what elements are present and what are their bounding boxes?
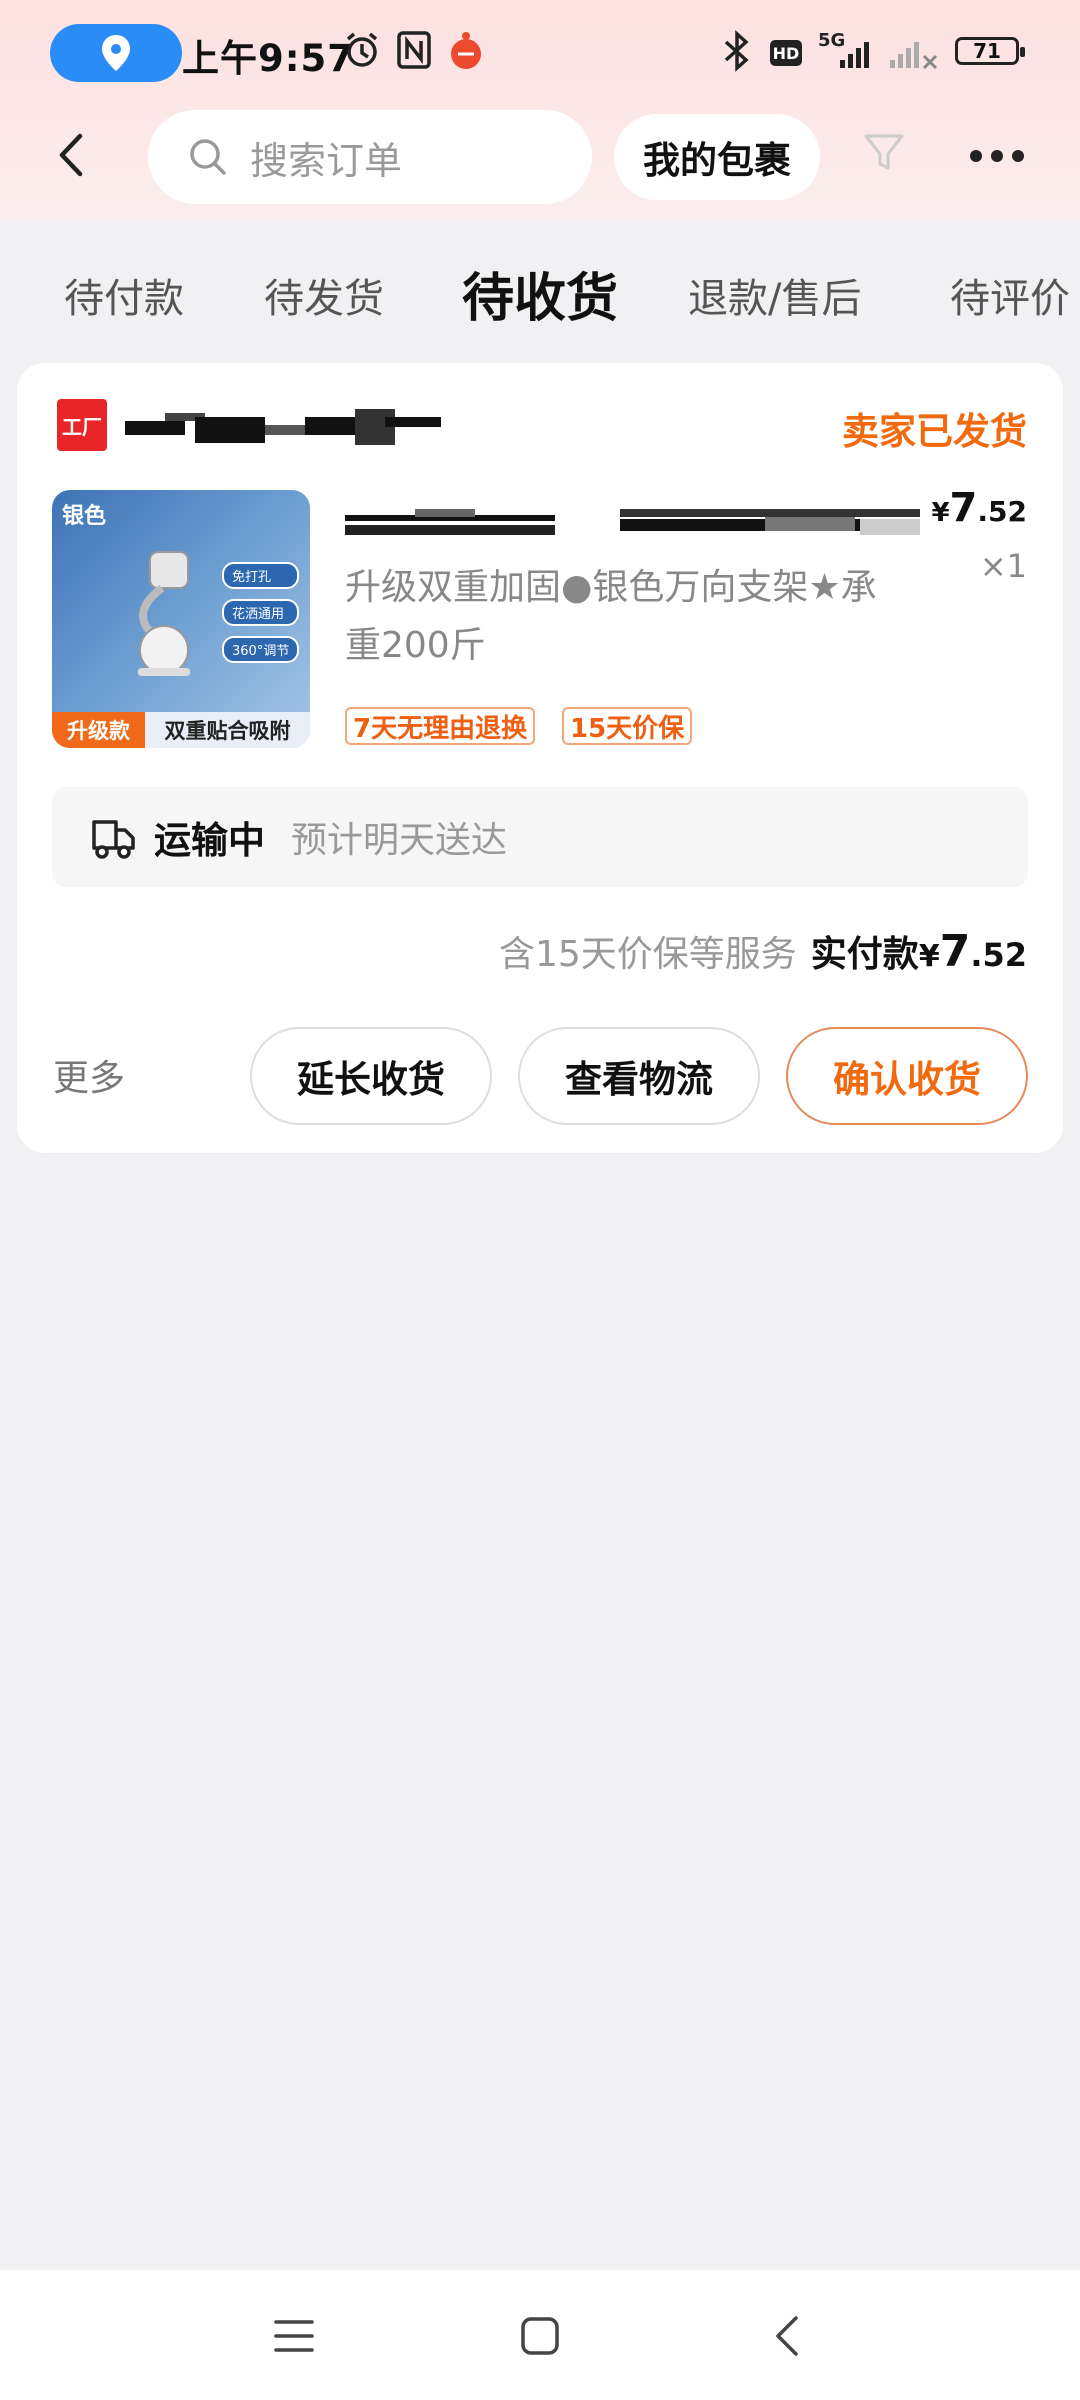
signal-no-service-icon <box>890 42 938 70</box>
image-feature-tag: 360°调节 <box>222 636 300 663</box>
signal-icon <box>840 42 869 68</box>
price-symbol: ¥ <box>931 498 950 528</box>
shipping-status: 卖家已发货 <box>842 410 1027 453</box>
product-price: ¥7.52 <box>931 485 1027 531</box>
transit-status-bar[interactable]: 运输中 预计明天送达 <box>52 787 1028 887</box>
tab-pending-receipt[interactable]: 待收货 <box>462 256 618 331</box>
tab-pending-payment[interactable]: 待付款 <box>64 266 184 324</box>
tab-pending-shipment[interactable]: 待发货 <box>264 266 384 324</box>
location-pill[interactable] <box>50 24 182 82</box>
back-arrow-icon[interactable] <box>52 130 92 180</box>
product-image-feature-tags: 免打孔 花洒通用 360°调节 <box>222 562 300 663</box>
location-pin-icon <box>102 35 130 71</box>
image-feature-tag: 免打孔 <box>222 562 300 589</box>
tab-pending-review[interactable]: 待评价 <box>950 266 1070 324</box>
product-image-color-label: 银色 <box>62 504 107 529</box>
search-input[interactable]: 搜索订单 <box>148 110 592 204</box>
image-feature-tag: 花洒通用 <box>222 599 300 626</box>
app-notification-icon <box>451 32 481 69</box>
service-note: 含15天价保等服务 <box>498 934 797 975</box>
product-description[interactable]: 升级双重加固●银色万向支架★承重200斤 <box>345 559 905 675</box>
filter-icon[interactable] <box>862 130 906 174</box>
delivery-truck-icon <box>92 820 135 859</box>
search-icon <box>190 139 226 175</box>
product-image-badge: 升级款 <box>52 712 145 748</box>
alarm-icon <box>346 32 378 67</box>
search-placeholder: 搜索订单 <box>250 138 403 183</box>
transit-eta: 预计明天送达 <box>291 820 508 861</box>
back-nav-icon[interactable] <box>770 2314 806 2358</box>
product-image[interactable]: 银色 免打孔 花洒通用 360°调节 升级款 双重贴合吸附 <box>52 490 310 748</box>
battery-indicator: 71 <box>955 37 1025 65</box>
tag-15day-price-protection[interactable]: 15天价保 <box>562 707 693 745</box>
price-decimal: .52 <box>977 495 1027 528</box>
view-logistics-button[interactable]: 查看物流 <box>518 1027 760 1125</box>
paid-integer: 7 <box>939 926 971 977</box>
tag-7day-return[interactable]: 7天无理由退换 <box>345 707 536 745</box>
status-time: 上午9:57 <box>182 37 355 80</box>
product-title-redacted[interactable] <box>345 503 925 543</box>
order-tabs: 待付款 待发货 待收货 退款/售后 待评价 <box>0 250 1080 340</box>
order-card: 工厂 卖家已发货 银色 免打孔 花洒通用 360°调节 升级款 双重贴合吸附 升… <box>17 363 1063 1153</box>
more-options-icon[interactable] <box>970 150 1024 162</box>
paid-label: 实付款 <box>810 934 919 975</box>
menu-icon[interactable] <box>272 2316 316 2356</box>
more-link[interactable]: 更多 <box>53 1049 125 1101</box>
tab-refund-aftersales[interactable]: 退款/售后 <box>688 266 861 324</box>
confirm-receipt-button[interactable]: 确认收货 <box>786 1027 1028 1125</box>
product-quantity: ×1 <box>979 547 1027 585</box>
shop-logo: 工厂 <box>57 399 107 451</box>
extend-receipt-button[interactable]: 延长收货 <box>250 1027 492 1125</box>
payment-summary: 含15天价保等服务 实付款 ¥7.52 <box>499 925 1027 977</box>
paid-decimal: .52 <box>970 936 1027 974</box>
transit-label: 运输中 <box>154 819 265 862</box>
status-bar: 上午9:57 HD 5G 71 <box>0 0 1080 108</box>
shower-holder-graphic <box>138 551 190 676</box>
price-integer: 7 <box>949 485 978 531</box>
paid-symbol: ¥ <box>918 939 940 974</box>
hd-badge: HD <box>770 40 802 66</box>
shop-name-redacted[interactable] <box>125 399 445 449</box>
my-packages-button[interactable]: 我的包裹 <box>614 114 820 200</box>
product-image-caption: 双重贴合吸附 <box>145 712 310 748</box>
bluetooth-icon <box>724 30 749 72</box>
nfc-icon <box>397 31 431 69</box>
system-navigation-bar <box>0 2270 1080 2400</box>
home-icon[interactable] <box>518 2314 562 2358</box>
